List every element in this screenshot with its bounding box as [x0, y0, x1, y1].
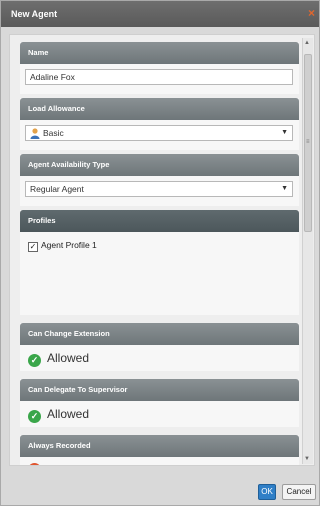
close-icon[interactable]: × — [308, 6, 315, 20]
load-allowance-header: Load Allowance — [20, 98, 299, 120]
profile-item[interactable]: ✓ Agent Profile 1 — [28, 240, 97, 252]
profiles-section: Profiles ✓ Agent Profile 1 — [20, 210, 299, 315]
dropdown-arrow-icon: ▼ — [281, 129, 288, 136]
grip-icon: ≡ — [306, 139, 310, 145]
new-agent-dialog: New Agent × Name Adaline Fox Load Allowa… — [0, 0, 320, 506]
name-header: Name — [20, 42, 299, 64]
can-change-extension-section: Can Change Extension ✓ Allowed — [20, 323, 299, 371]
form-content: Name Adaline Fox Load Allowance Basic ▼ — [9, 34, 315, 466]
scroll-down-icon[interactable]: ▼ — [304, 456, 310, 462]
load-allowance-select[interactable]: Basic ▼ — [25, 125, 293, 141]
always-recorded-section: Always Recorded No — [20, 435, 299, 465]
checkbox-checked-icon[interactable]: ✓ — [28, 242, 38, 252]
dropdown-arrow-icon: ▼ — [281, 185, 288, 192]
availability-type-select[interactable]: Regular Agent ▼ — [25, 181, 293, 197]
can-delegate-section: Can Delegate To Supervisor ✓ Allowed — [20, 379, 299, 427]
dialog-title: New Agent — [11, 9, 58, 19]
ok-button[interactable]: OK — [258, 484, 276, 500]
can-delegate-status: Allowed — [47, 407, 90, 421]
dialog-titlebar[interactable]: New Agent × — [1, 1, 319, 27]
scroll-up-icon[interactable]: ▲ — [304, 40, 310, 46]
not-allowed-icon — [28, 463, 41, 465]
profile-label: Agent Profile 1 — [41, 240, 97, 250]
allowed-check-icon: ✓ — [28, 410, 41, 423]
name-input[interactable]: Adaline Fox — [25, 69, 293, 85]
vertical-scrollbar[interactable]: ▲ ≡ ▼ — [302, 38, 313, 464]
scroll-thumb[interactable]: ≡ — [304, 54, 312, 232]
profiles-header: Profiles — [20, 210, 299, 232]
can-change-extension-status: Allowed — [47, 351, 90, 365]
can-change-extension-toggle[interactable]: ✓ Allowed — [28, 351, 89, 367]
can-delegate-header: Can Delegate To Supervisor — [20, 379, 299, 401]
load-allowance-section: Load Allowance Basic ▼ — [20, 98, 299, 150]
always-recorded-toggle[interactable]: No — [28, 463, 62, 465]
can-change-extension-header: Can Change Extension — [20, 323, 299, 345]
always-recorded-status: No — [47, 464, 62, 465]
can-delegate-toggle[interactable]: ✓ Allowed — [28, 407, 89, 423]
user-icon — [30, 128, 40, 139]
load-allowance-value: Basic — [43, 128, 64, 138]
cancel-button[interactable]: Cancel — [282, 484, 316, 500]
always-recorded-header: Always Recorded — [20, 435, 299, 457]
availability-type-header: Agent Availability Type — [20, 154, 299, 176]
availability-type-value: Regular Agent — [30, 184, 84, 194]
name-section: Name Adaline Fox — [20, 42, 299, 94]
availability-type-section: Agent Availability Type Regular Agent ▼ — [20, 154, 299, 206]
allowed-check-icon: ✓ — [28, 354, 41, 367]
